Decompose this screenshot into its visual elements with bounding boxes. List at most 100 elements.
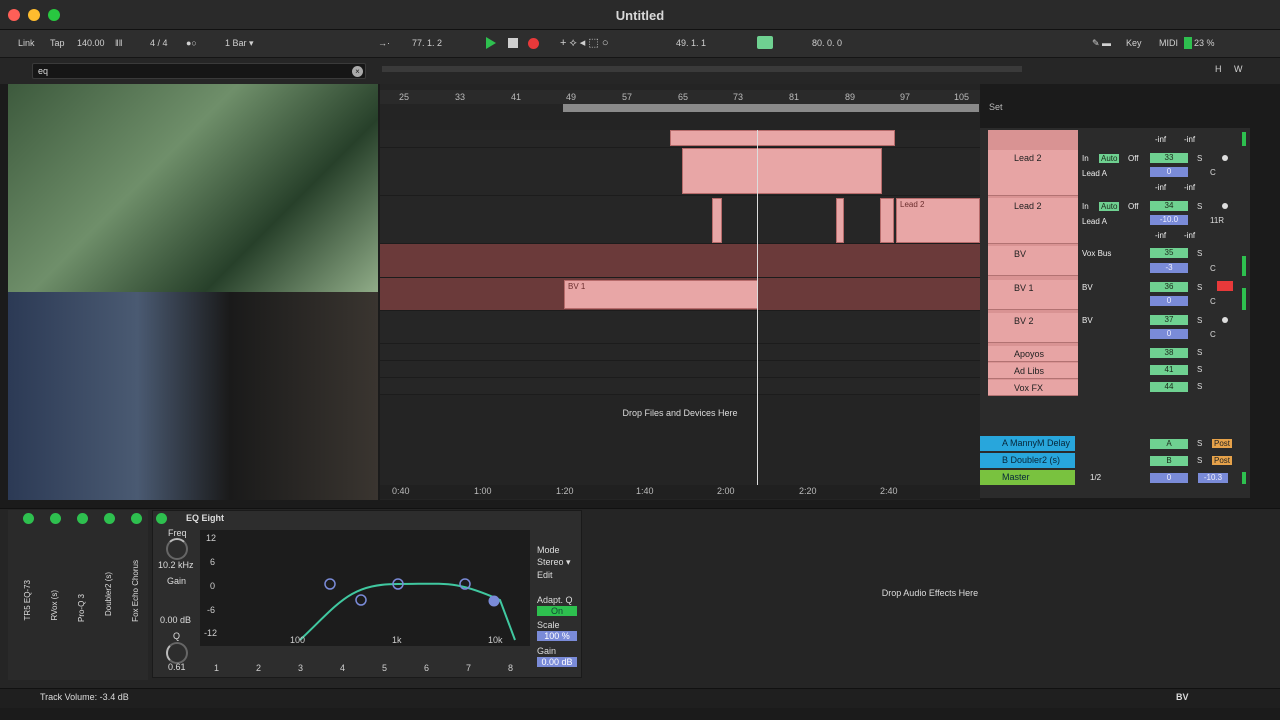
master-pan[interactable]: -10.3 bbox=[1198, 473, 1228, 483]
track-header[interactable]: BV 2 bbox=[988, 313, 1078, 343]
track-header[interactable]: Lead 2 bbox=[988, 198, 1078, 244]
overview-strip[interactable] bbox=[382, 66, 1022, 72]
track-volume[interactable]: 44 bbox=[1150, 382, 1188, 392]
device-name[interactable]: Fox Echo Chorus bbox=[131, 560, 140, 622]
arm-icon[interactable] bbox=[1222, 155, 1228, 161]
solo-button[interactable]: S bbox=[1197, 382, 1202, 391]
output-routing-menu[interactable]: Lead A bbox=[1082, 169, 1107, 178]
nudge-icon[interactable]: ‖‖ bbox=[115, 38, 122, 48]
device-name[interactable]: RVox (s) bbox=[50, 590, 59, 621]
track-volume[interactable]: 36 bbox=[1150, 282, 1188, 292]
return-volume[interactable]: A bbox=[1150, 439, 1188, 449]
track-volume[interactable]: 33 bbox=[1150, 153, 1188, 163]
audio-clip[interactable] bbox=[712, 198, 722, 243]
midi-map-button[interactable]: MIDI bbox=[1159, 38, 1178, 48]
track-volume[interactable]: 41 bbox=[1150, 365, 1188, 375]
band-number[interactable]: 4 bbox=[340, 663, 345, 673]
clear-search-icon[interactable]: × bbox=[352, 66, 363, 77]
loop-toggle-icon[interactable] bbox=[757, 36, 773, 49]
output-routing-menu[interactable]: BV bbox=[1082, 316, 1093, 325]
post-button[interactable]: Post bbox=[1212, 456, 1233, 465]
track-header[interactable]: Lead 2 bbox=[988, 150, 1078, 196]
loop-length-field[interactable]: 80. 0. 0 bbox=[812, 38, 842, 48]
quantize-menu[interactable]: 1 Bar ▾ bbox=[225, 38, 254, 49]
monitor-off-button[interactable]: Off bbox=[1128, 202, 1139, 211]
track-lane[interactable] bbox=[380, 344, 980, 361]
crossfade-button[interactable]: C bbox=[1210, 168, 1216, 177]
track-lane[interactable] bbox=[380, 361, 980, 378]
device-power-icon[interactable] bbox=[50, 513, 61, 524]
track-volume[interactable]: 37 bbox=[1150, 315, 1188, 325]
device-power-icon[interactable] bbox=[23, 513, 34, 524]
tempo-field[interactable]: 140.00 bbox=[77, 38, 105, 48]
track-lane-bv2[interactable] bbox=[380, 311, 980, 344]
eq-power-icon[interactable] bbox=[156, 513, 167, 524]
master-volume[interactable]: 0 bbox=[1150, 473, 1188, 483]
monitor-auto-button[interactable]: Auto bbox=[1099, 202, 1120, 211]
tap-button[interactable]: Tap bbox=[50, 38, 65, 48]
track-volume[interactable]: 38 bbox=[1150, 348, 1188, 358]
output-routing-menu[interactable]: Lead A bbox=[1082, 217, 1107, 226]
crossfade-button[interactable]: C bbox=[1210, 330, 1216, 339]
device-power-icon[interactable] bbox=[131, 513, 142, 524]
gain-value[interactable]: 0.00 dB bbox=[160, 615, 191, 625]
band-number[interactable]: 6 bbox=[424, 663, 429, 673]
device-name[interactable]: Doubler2 (s) bbox=[104, 572, 113, 616]
eq-graph[interactable] bbox=[200, 530, 530, 646]
draw-mode-icon[interactable]: ✎ ▬ bbox=[1092, 38, 1111, 49]
metronome-icon[interactable]: ●○ bbox=[186, 38, 197, 48]
solo-button[interactable]: S bbox=[1197, 365, 1202, 374]
device-power-icon[interactable] bbox=[77, 513, 88, 524]
crossfade-button[interactable]: C bbox=[1210, 264, 1216, 273]
track-pan[interactable]: -10.0 bbox=[1150, 215, 1188, 225]
audio-clip[interactable] bbox=[880, 198, 894, 243]
follow-icon[interactable]: →· bbox=[378, 38, 390, 48]
master-track[interactable]: Master bbox=[980, 470, 1075, 485]
audio-clip-lead2[interactable]: Lead 2 bbox=[896, 198, 980, 243]
monitor-auto-button[interactable]: Auto bbox=[1099, 154, 1120, 163]
output-routing-menu[interactable]: BV bbox=[1082, 283, 1093, 292]
track-lane[interactable] bbox=[380, 378, 980, 395]
hide-toggle[interactable]: H bbox=[1215, 64, 1222, 74]
q-value[interactable]: 0.61 bbox=[168, 662, 186, 672]
solo-button[interactable]: S bbox=[1197, 283, 1202, 292]
audio-clip-bv1[interactable]: BV 1 bbox=[564, 280, 758, 309]
band-number[interactable]: 7 bbox=[466, 663, 471, 673]
play-icon[interactable] bbox=[486, 37, 496, 49]
band-number[interactable]: 2 bbox=[256, 663, 261, 673]
audio-clip[interactable] bbox=[836, 198, 844, 243]
band-number[interactable]: 8 bbox=[508, 663, 513, 673]
return-track-b[interactable]: B Doubler2 (s) bbox=[980, 453, 1075, 468]
audio-clip[interactable] bbox=[682, 148, 882, 194]
solo-button[interactable]: S bbox=[1197, 456, 1202, 465]
browser-search-input[interactable]: eq bbox=[32, 63, 366, 79]
width-toggle[interactable]: W bbox=[1234, 64, 1243, 74]
group-track-header[interactable]: BV bbox=[988, 246, 1078, 276]
track-header[interactable]: Ad Libs bbox=[988, 363, 1078, 379]
arm-button-active[interactable] bbox=[1217, 281, 1233, 291]
solo-button[interactable]: S bbox=[1197, 154, 1202, 163]
adapt-q-toggle[interactable]: On bbox=[537, 606, 577, 616]
stop-icon[interactable] bbox=[508, 38, 518, 48]
arm-icon[interactable] bbox=[1222, 317, 1228, 323]
key-map-button[interactable]: Key bbox=[1126, 38, 1142, 48]
output-routing-menu[interactable]: Vox Bus bbox=[1082, 249, 1111, 258]
track-pan[interactable]: -3 bbox=[1150, 263, 1188, 273]
track-pan[interactable]: 0 bbox=[1150, 296, 1188, 306]
solo-button[interactable]: S bbox=[1197, 202, 1202, 211]
audio-clip[interactable] bbox=[670, 130, 895, 146]
device-name[interactable]: TR5 EQ-73 bbox=[23, 580, 32, 620]
time-signature-field[interactable]: 4 / 4 bbox=[150, 38, 168, 48]
solo-button[interactable]: S bbox=[1197, 316, 1202, 325]
edit-label[interactable]: Edit bbox=[537, 570, 553, 580]
record-icon[interactable] bbox=[528, 38, 539, 49]
track-volume[interactable]: 34 bbox=[1150, 201, 1188, 211]
song-position-field[interactable]: 77. 1. 2 bbox=[412, 38, 442, 48]
link-button[interactable]: Link bbox=[18, 38, 35, 48]
freq-knob[interactable] bbox=[166, 538, 188, 560]
track-header[interactable]: BV 1 bbox=[988, 280, 1078, 310]
group-lane-bv[interactable] bbox=[380, 244, 980, 278]
return-volume[interactable]: B bbox=[1150, 456, 1188, 466]
track-pan[interactable]: 0 bbox=[1150, 329, 1188, 339]
track-header[interactable]: Apoyos bbox=[988, 346, 1078, 362]
